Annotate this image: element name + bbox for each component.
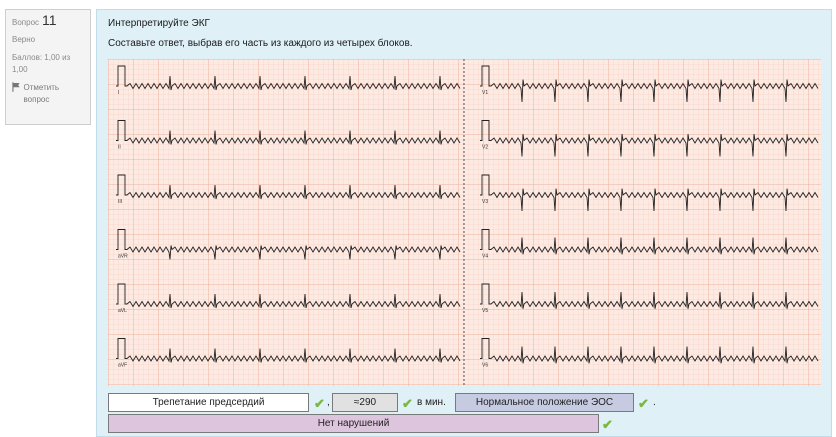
- correct-check-icon: ✔: [402, 396, 413, 411]
- flag-question-label: Отметить вопрос: [23, 83, 60, 104]
- separator-period: .: [653, 397, 656, 408]
- rhythm-dropdown[interactable]: Трепетание предсердий: [108, 393, 309, 412]
- conduction-dropdown-value: Нет нарушений: [317, 418, 390, 429]
- ecg-lead-label: V2: [482, 145, 488, 151]
- question-number: Вопрос 11: [12, 12, 84, 29]
- axis-dropdown-value: Нормальное положение ЭОС: [475, 397, 614, 408]
- rate-dropdown[interactable]: ≈290: [332, 393, 398, 412]
- flag-question-link[interactable]: Отметить вопрос: [12, 82, 84, 106]
- ecg-lead-label: III: [118, 199, 122, 205]
- correct-check-icon: ✔: [638, 396, 649, 411]
- question-info-panel: Вопрос 11 Верно Баллов: 1,00 из 1,00 Отм…: [5, 9, 91, 125]
- rate-unit: в мин.: [417, 397, 446, 408]
- question-status: Верно: [12, 35, 36, 44]
- ecg-lead-label: V5: [482, 308, 488, 314]
- question-content: Интерпретируйте ЭКГ Составьте ответ, выб…: [96, 9, 832, 437]
- ecg-drawing: I V1 II V2 III V3 aVR V4 aVL V5 aVF V6: [108, 59, 821, 386]
- question-label: Вопрос: [12, 18, 40, 27]
- ecg-lead-label: II: [118, 145, 121, 151]
- answer-row: Трепетание предсердий ✔ , ≈290 ✔ в мин. …: [108, 391, 828, 435]
- ecg-lead-label: I: [118, 90, 119, 96]
- rate-dropdown-value: ≈290: [353, 397, 377, 408]
- question-instruction: Составьте ответ, выбрав его часть из каж…: [108, 38, 413, 49]
- rhythm-dropdown-value: Трепетание предсердий: [152, 397, 265, 408]
- ecg-lead-label: V4: [482, 254, 488, 260]
- correct-check-icon: ✔: [314, 396, 325, 411]
- separator-comma: ,: [327, 397, 330, 408]
- ecg-lead-label: aVF: [118, 363, 127, 369]
- question-title: Интерпретируйте ЭКГ: [108, 18, 210, 29]
- ecg-lead-label: aVR: [118, 254, 128, 260]
- flag-icon: [12, 82, 20, 92]
- ecg-image: I V1 II V2 III V3 aVR V4 aVL V5 aVF V6: [108, 59, 821, 386]
- question-marks: Баллов: 1,00 из 1,00: [12, 53, 71, 74]
- axis-dropdown[interactable]: Нормальное положение ЭОС: [455, 393, 634, 412]
- correct-check-icon: ✔: [602, 417, 613, 432]
- question-number-value: 11: [42, 12, 57, 28]
- conduction-dropdown[interactable]: Нет нарушений: [108, 414, 599, 433]
- ecg-lead-label: V3: [482, 199, 488, 205]
- ecg-lead-label: aVL: [118, 308, 127, 314]
- ecg-lead-label: V1: [482, 90, 488, 96]
- ecg-lead-label: V6: [482, 363, 488, 369]
